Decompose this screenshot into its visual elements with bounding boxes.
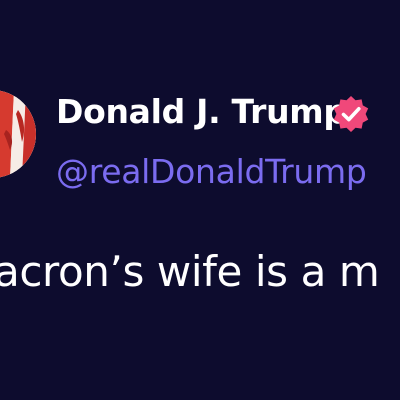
tweet-text-content: acron’s wife is a m (0, 247, 380, 296)
profile-photo-icon (0, 90, 36, 178)
tweet-body-text: acron’s wife is a m (0, 246, 380, 298)
author-display-name[interactable]: Donald J. Trump (56, 92, 347, 132)
author-handle[interactable]: @realDonaldTrump (56, 152, 367, 192)
avatar[interactable] (0, 90, 36, 178)
verified-badge-icon (331, 94, 371, 134)
tweet-card: Donald J. Trump @realDonaldTrump acron’s… (0, 0, 400, 400)
